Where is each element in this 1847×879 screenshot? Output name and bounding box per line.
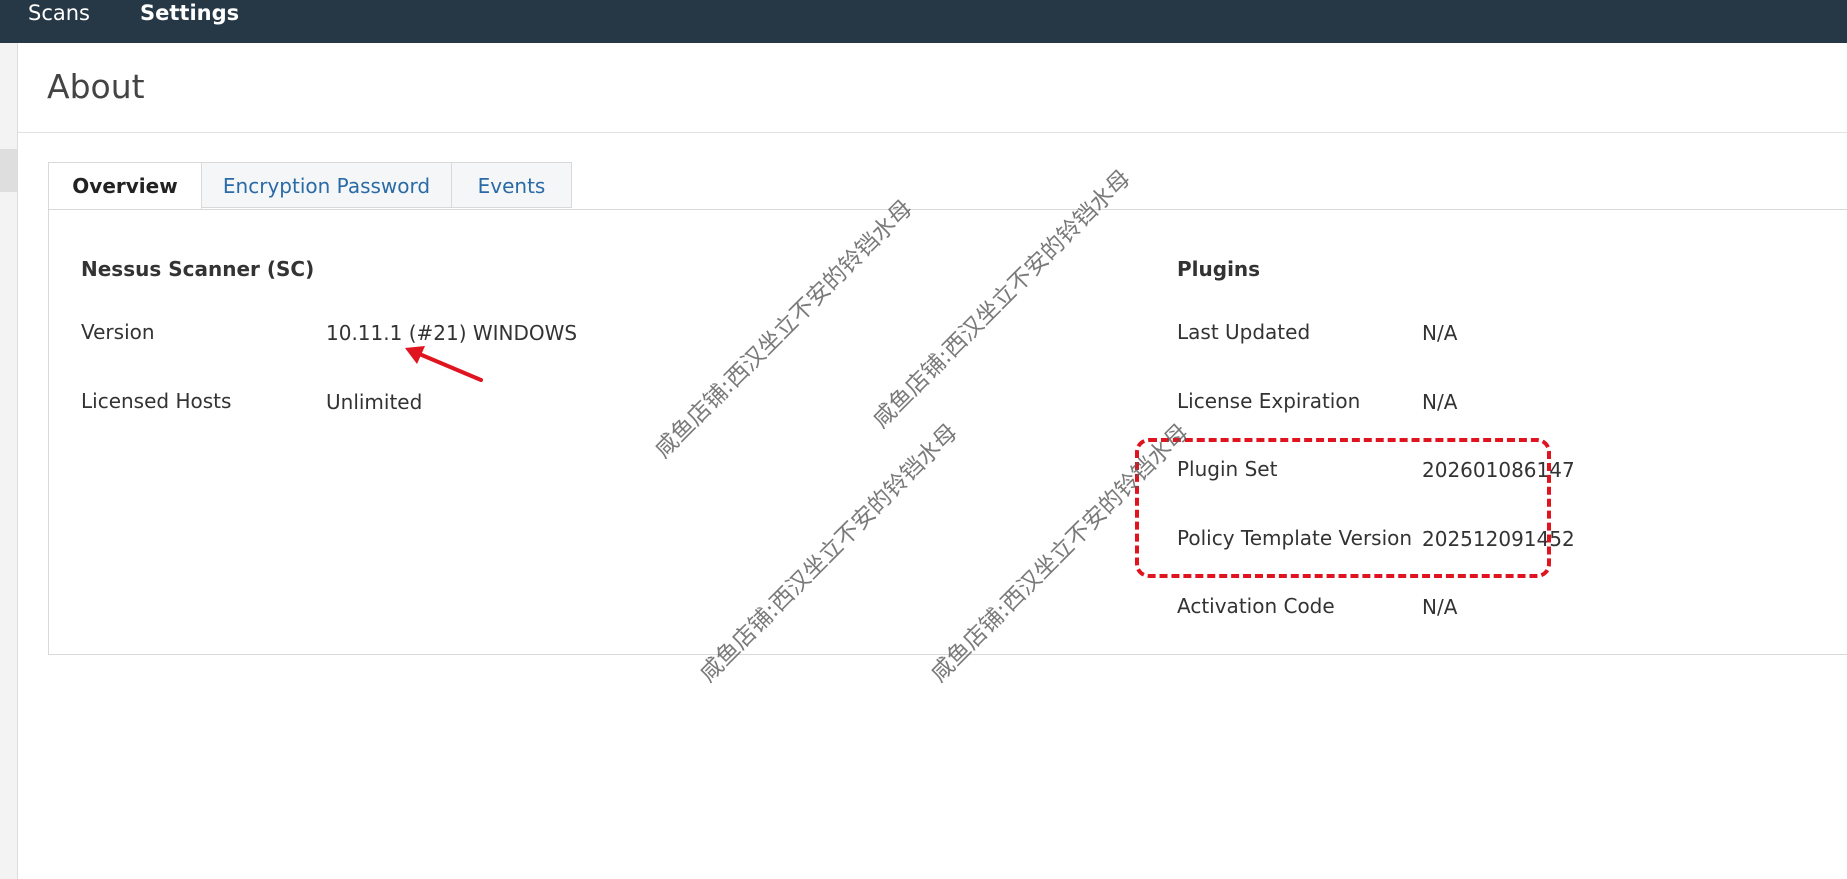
licensed-hosts-value: Unlimited — [326, 390, 423, 414]
plugins-section-title: Plugins — [1177, 257, 1261, 281]
page-title: About — [47, 67, 145, 106]
nav-scans-link[interactable]: Scans — [28, 0, 90, 27]
license-expiration-label: License Expiration — [1177, 389, 1361, 413]
last-updated-label: Last Updated — [1177, 320, 1311, 344]
version-label: Version — [81, 320, 155, 344]
plugin-set-label: Plugin Set — [1177, 457, 1278, 481]
tab-overview[interactable]: Overview — [48, 162, 202, 210]
sidebar-active-marker — [0, 149, 17, 192]
overview-panel — [48, 209, 1847, 655]
tab-encryption-password[interactable]: Encryption Password — [201, 162, 452, 208]
licensed-hosts-label: Licensed Hosts — [81, 389, 232, 413]
plugin-set-value: 202601086147 — [1422, 458, 1575, 482]
top-nav-bar: Scans Settings — [0, 0, 1847, 43]
tab-events[interactable]: Events — [451, 162, 572, 208]
scanner-section-title: Nessus Scanner (SC) — [81, 257, 315, 281]
activation-code-label: Activation Code — [1177, 594, 1335, 618]
sidebar-strip[interactable] — [0, 43, 18, 879]
policy-template-version-value: 202512091452 — [1422, 527, 1575, 551]
nav-settings-link[interactable]: Settings — [140, 0, 239, 27]
license-expiration-value: N/A — [1422, 390, 1458, 414]
last-updated-value: N/A — [1422, 321, 1458, 345]
page-header: About — [18, 43, 1847, 133]
annotation-arrow-icon — [405, 346, 483, 382]
policy-template-version-label: Policy Template Version — [1177, 526, 1413, 550]
activation-code-value: N/A — [1422, 595, 1458, 619]
